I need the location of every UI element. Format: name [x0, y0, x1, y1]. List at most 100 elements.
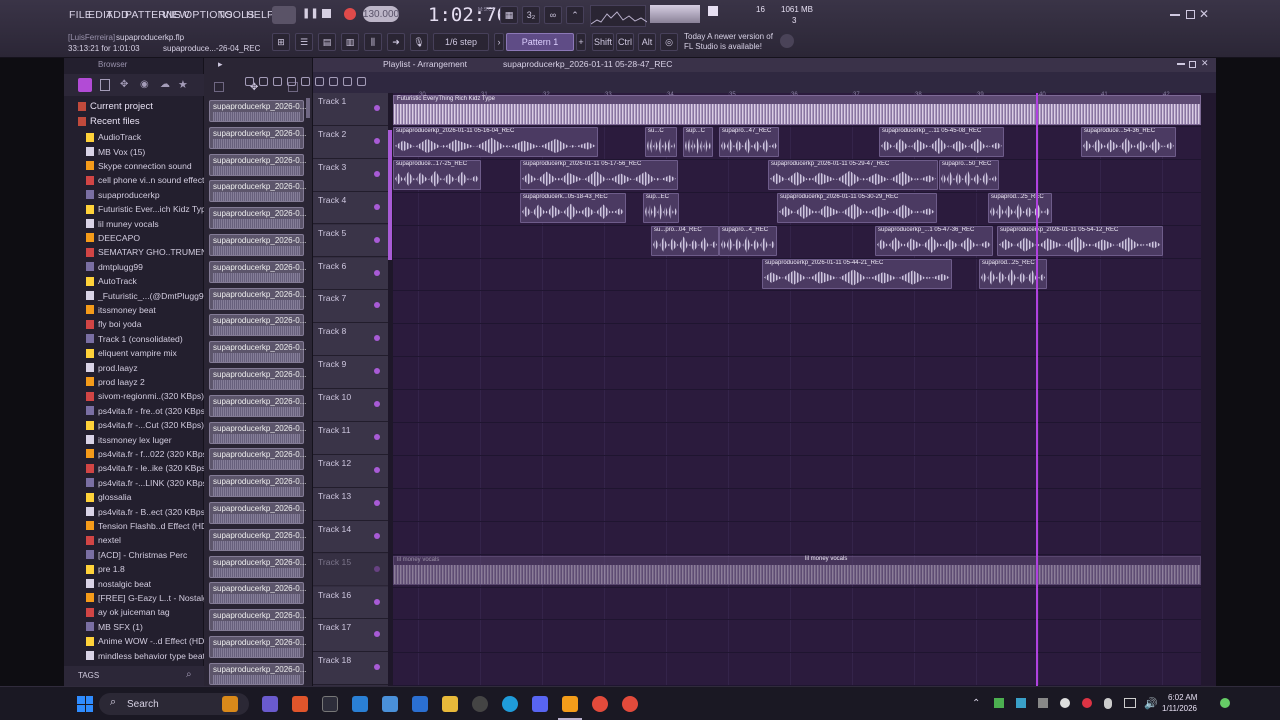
track-header[interactable]: Track 9	[313, 356, 388, 389]
browser-item[interactable]: [ACD] - Christmas Perc	[64, 548, 204, 562]
picker-pattern-icon[interactable]	[214, 82, 224, 92]
play-icon[interactable]: ❚❚	[302, 9, 319, 19]
pattern-selector[interactable]: Pattern 1	[506, 33, 574, 51]
picker-clip[interactable]: supaproducerkp_2026-0...	[209, 502, 306, 524]
track-mute-button[interactable]	[374, 532, 380, 539]
discord-icon[interactable]	[532, 696, 548, 712]
track-header[interactable]: Track 12	[313, 454, 388, 488]
file-icon[interactable]	[100, 79, 110, 91]
browser-item[interactable]: prod laayz 2	[64, 375, 204, 389]
chevron-right-icon[interactable]: ›	[494, 33, 504, 51]
browser-item[interactable]: MB SFX (1)	[64, 620, 204, 634]
section-current-project[interactable]: Current project	[64, 99, 204, 113]
picker-clip[interactable]: supaproducerkp_2026-0...	[209, 421, 306, 444]
stop-icon[interactable]	[322, 9, 331, 18]
picker-clip[interactable]: supaproducerkp_2026-0...	[209, 662, 306, 685]
audio-clip[interactable]: supaproducerkp_...11 05-45-08_REC	[879, 126, 1004, 157]
picker-clip[interactable]: supaproducerkp_2026-0...	[209, 126, 306, 149]
search-icon[interactable]: ⌕	[186, 669, 192, 680]
record-icon[interactable]	[344, 8, 356, 20]
arrangement-grid[interactable]: 30313233343536373839404142Futuristic Eve…	[393, 92, 1201, 687]
track-mute-button[interactable]	[374, 302, 380, 309]
picker-clip[interactable]: supaproducerkp_2026-0...	[209, 475, 306, 498]
display-icon[interactable]	[1124, 698, 1136, 708]
track-header[interactable]: Track 16	[313, 586, 388, 620]
audio-clip[interactable]: supapro...47_REC	[719, 126, 779, 157]
mute-icon[interactable]	[301, 77, 310, 86]
track-header[interactable]: Track 17	[313, 619, 388, 653]
mic-icon[interactable]: 🎙	[410, 33, 428, 51]
obs-icon[interactable]	[472, 696, 488, 712]
browser-item[interactable]: prod.laayz	[64, 360, 204, 374]
browser-item[interactable]: lil muney vocals	[64, 216, 204, 230]
browser-item[interactable]: SEMATARY GHO..TRUMENTAL	[64, 245, 204, 259]
track-header[interactable]: Track 18	[313, 652, 388, 686]
fl-studio-icon[interactable]	[562, 696, 578, 712]
browser-item[interactable]: ay ok juiceman tag	[64, 605, 204, 619]
vscode-icon[interactable]	[412, 696, 428, 712]
audio-clip[interactable]: supaproducerkp_2026-01-11 05-29-47_REC	[768, 159, 938, 190]
minimize-icon[interactable]	[1170, 14, 1180, 16]
picker-clip[interactable]: supaproducerkp_2026-0...	[209, 555, 306, 578]
track-header[interactable]: Track 6	[313, 257, 388, 291]
browser-item[interactable]: nostalgic beat	[64, 576, 204, 590]
track-header[interactable]: Track 8	[313, 323, 388, 357]
mail-icon[interactable]	[352, 696, 368, 712]
browser-item[interactable]: ps4vita.fr - fre..ot (320 KBps)	[64, 404, 204, 418]
snap-icon[interactable]: ⊞	[272, 33, 290, 51]
volume-icon[interactable]: 🔊	[1144, 697, 1158, 710]
browser-item[interactable]: ps4vita.fr - le..ike (320 KBps)	[64, 461, 204, 475]
audio-clip[interactable]: supapro...4_REC	[719, 225, 777, 256]
picker-scrollbar[interactable]	[306, 98, 310, 118]
track-header[interactable]: Track 14	[313, 520, 388, 554]
help-icon[interactable]	[780, 34, 794, 48]
tray-app5-icon[interactable]	[1082, 698, 1092, 708]
tempo-display[interactable]: 130.000	[363, 6, 399, 22]
track-header[interactable]: Track 4	[313, 191, 388, 225]
track-mute-button[interactable]	[374, 598, 380, 605]
audio-clip[interactable]: su...C	[645, 126, 677, 157]
track-header[interactable]: Track 11	[313, 422, 388, 455]
playlist-close-icon[interactable]: ✕	[1201, 58, 1209, 69]
track-header[interactable]: Track 7	[313, 290, 388, 324]
picker-clip[interactable]: supaproducerkp_2026-0...	[209, 636, 306, 658]
browser-item[interactable]: Futuristic Ever...ich Kidz Type	[64, 202, 204, 216]
track-mute-button[interactable]	[374, 401, 380, 408]
browser-item[interactable]: ps4vita.fr -...LINK (320 KBps)	[64, 476, 204, 490]
playlist-clip-name[interactable]: supaproducerkp_2026-01-11 05-28-47_REC	[503, 59, 672, 69]
cloud-icon[interactable]: ☁	[160, 79, 170, 90]
track-mute-button[interactable]	[374, 236, 380, 243]
firefox-icon[interactable]	[292, 696, 308, 712]
browser-item[interactable]: fly boi yoda	[64, 317, 204, 331]
select-icon[interactable]	[329, 77, 338, 86]
channel-rack-icon[interactable]: ▥	[341, 33, 359, 51]
loop-record-icon[interactable]: ⌃	[566, 6, 584, 24]
browser-item[interactable]: eliquent vampire mix	[64, 346, 204, 360]
blend-icon[interactable]: ∞	[544, 6, 562, 24]
shift-key[interactable]: Shift	[592, 33, 614, 51]
tray-app3-icon[interactable]	[1038, 698, 1048, 708]
browser-item[interactable]: itssmoney beat	[64, 303, 204, 317]
picker-clip[interactable]: supaproducerkp_2026-0...	[209, 528, 306, 551]
track-mute-button[interactable]	[374, 170, 380, 177]
file-explorer-icon[interactable]	[442, 696, 458, 712]
browser-item[interactable]: nextel	[64, 533, 204, 547]
picker-clip[interactable]: supaproducerkp_2026-0...	[209, 260, 306, 283]
track-mute-button[interactable]	[374, 137, 380, 144]
browser-item[interactable]: itssmoney lex luger	[64, 432, 204, 446]
tags-label[interactable]: TAGS	[78, 671, 99, 680]
tray-app4-icon[interactable]	[1060, 698, 1070, 708]
browser-item[interactable]: ps4vita.fr -...Cut (320 KBps)	[64, 418, 204, 432]
playlist-icon[interactable]: ☰	[295, 33, 313, 51]
track-mute-button[interactable]	[374, 565, 380, 572]
track-mute-button[interactable]	[374, 631, 380, 638]
audio-clip[interactable]: supaproducerkp_...1 05-47-36_REC	[875, 225, 993, 256]
track-header[interactable]: Track 13	[313, 487, 388, 521]
track-header[interactable]: Track 10	[313, 389, 388, 422]
plugin-icon[interactable]: ✥	[120, 79, 128, 90]
track-mute-button[interactable]	[374, 368, 380, 375]
metronome-icon[interactable]: ▦	[500, 6, 518, 24]
track-mute-button[interactable]	[374, 499, 380, 506]
audio-clip[interactable]: supapro...50_REC	[939, 159, 999, 190]
chrome-icon[interactable]	[592, 696, 608, 712]
